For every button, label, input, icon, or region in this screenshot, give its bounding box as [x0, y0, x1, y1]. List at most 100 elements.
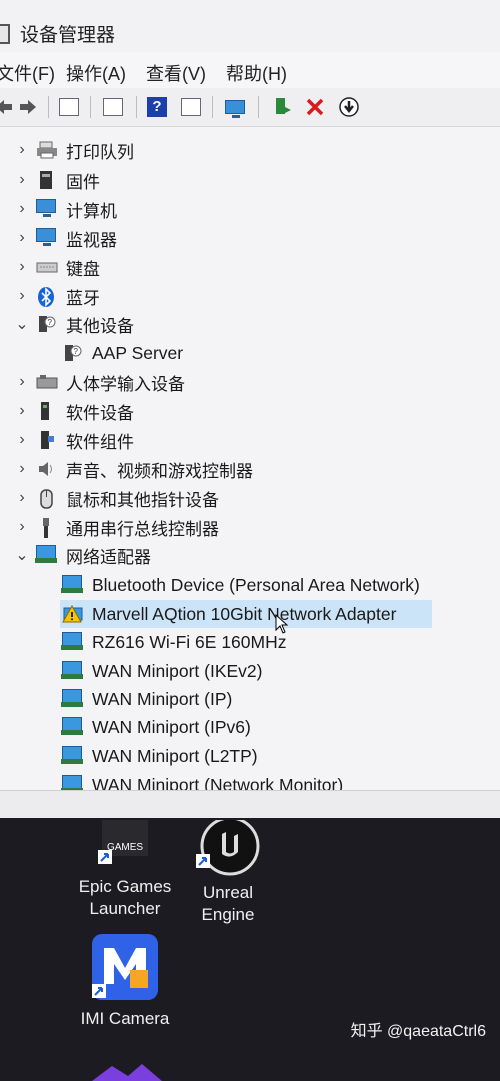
- toolbar-separator: [48, 96, 49, 118]
- epic-games-launcher-icon[interactable]: GAMES: [98, 820, 152, 872]
- update-icon[interactable]: [100, 94, 126, 120]
- speaker-icon: [36, 459, 58, 479]
- chevron-right-icon[interactable]: ›: [12, 488, 32, 508]
- adapter-item[interactable]: WAN Miniport (IKEv2): [0, 657, 500, 685]
- unreal-engine-label: Unreal Engine: [180, 882, 276, 926]
- epic-games-label-line1: Epic Games: [78, 877, 172, 896]
- category-label: 蓝牙: [66, 288, 100, 308]
- view-icon[interactable]: [178, 94, 204, 120]
- hid-icon: [36, 372, 58, 392]
- chevron-right-icon[interactable]: ›: [12, 401, 32, 421]
- monitor-icon: [36, 228, 58, 248]
- category-label: 固件: [66, 172, 100, 192]
- network-adapter-icon: [35, 545, 58, 565]
- toolbar: ?: [0, 88, 500, 127]
- imi-camera-icon[interactable]: [90, 934, 160, 1004]
- firmware-chip-icon: [36, 170, 58, 190]
- menu-view[interactable]: 查看(V): [146, 60, 206, 86]
- computer-icon: [36, 199, 58, 219]
- purple-icon-partial: [92, 1064, 162, 1081]
- chevron-down-icon[interactable]: ⌄: [12, 314, 32, 334]
- chevron-right-icon[interactable]: ›: [12, 199, 32, 219]
- adapter-item-selected[interactable]: Marvell AQtion 10Gbit Network Adapter: [0, 600, 500, 634]
- unreal-label-line2: Engine: [201, 905, 255, 924]
- unreal-engine-icon[interactable]: [194, 816, 264, 880]
- epic-games-label: Epic Games Launcher: [72, 876, 178, 920]
- category-label: 通用串行总线控制器: [66, 519, 219, 539]
- monitor-scan-icon[interactable]: [222, 94, 248, 120]
- zhihu-watermark: 知乎 @qaeataCtrl6: [350, 1023, 486, 1040]
- category-label: 软件组件: [66, 432, 134, 452]
- imi-camera-label: IMI Camera: [80, 1009, 170, 1028]
- chevron-right-icon[interactable]: ›: [12, 257, 32, 277]
- menu-action[interactable]: 操作(A): [66, 60, 126, 86]
- adapter-item[interactable]: WAN Miniport (L2TP): [0, 742, 500, 770]
- unreal-label-line1: Unreal: [202, 883, 254, 902]
- help-icon[interactable]: ?: [144, 94, 170, 120]
- warning-adapter-icon: [62, 604, 84, 624]
- chevron-right-icon[interactable]: ›: [12, 517, 32, 537]
- bluetooth-icon: [36, 286, 58, 307]
- chevron-right-icon[interactable]: ›: [12, 140, 32, 160]
- software-component-icon: [36, 430, 58, 450]
- toolbar-separator: [212, 96, 213, 118]
- window-title: 设备管理器: [20, 25, 116, 46]
- toolbar-separator: [258, 96, 259, 118]
- category-label: 网络适配器: [66, 547, 151, 567]
- network-adapter-icon: [61, 575, 84, 595]
- adapter-label: WAN Miniport (IKEv2): [92, 660, 263, 681]
- network-adapter-icon: [61, 632, 84, 652]
- unknown-device-icon: ?: [36, 314, 58, 334]
- device-label: AAP Server: [92, 342, 184, 363]
- category-label: 声音、视频和游戏控制器: [66, 461, 253, 481]
- uninstall-x-icon[interactable]: [302, 94, 328, 120]
- download-driver-icon[interactable]: [336, 94, 362, 120]
- adapter-item[interactable]: WAN Miniport (IPv6): [0, 713, 500, 741]
- chevron-down-icon[interactable]: ⌄: [12, 545, 32, 565]
- category-label: 打印队列: [66, 142, 134, 162]
- forward-arrow-icon[interactable]: [16, 94, 42, 120]
- chevron-right-icon[interactable]: ›: [12, 372, 32, 392]
- keyboard-icon: [36, 257, 58, 277]
- category-label: 软件设备: [66, 403, 134, 423]
- adapter-item[interactable]: Bluetooth Device (Personal Area Network): [0, 571, 500, 599]
- epic-games-label-line2: Launcher: [89, 899, 161, 918]
- chevron-right-icon[interactable]: ›: [12, 286, 32, 306]
- svg-text:?: ?: [74, 347, 79, 356]
- adapter-label: WAN Miniport (IPv6): [92, 716, 251, 737]
- adapter-label: WAN Miniport (IP): [92, 688, 233, 709]
- chevron-right-icon[interactable]: ›: [12, 228, 32, 248]
- menu-bar: 文件(F) 操作(A) 查看(V) 帮助(H): [0, 52, 500, 88]
- title-bar: 设备管理器: [0, 0, 500, 52]
- category-label: 人体学输入设备: [66, 374, 185, 394]
- mouse-icon: [36, 488, 58, 509]
- toolbar-separator: [90, 96, 91, 118]
- network-adapter-icon: [61, 717, 84, 737]
- network-adapter-icon: [61, 746, 84, 766]
- device-manager-window: 设备管理器 文件(F) 操作(A) 查看(V) 帮助(H) ? › 打印队列 ›…: [0, 0, 500, 818]
- chevron-right-icon[interactable]: ›: [12, 430, 32, 450]
- category-label: 其他设备: [66, 316, 134, 336]
- device-manager-icon: [0, 24, 10, 44]
- device-tree: › 打印队列 › 固件 › 计算机 › 监视器 › 键盘 › 蓝牙 ⌄ ? 其他…: [0, 128, 500, 795]
- status-strip: [0, 790, 500, 818]
- menu-help[interactable]: 帮助(H): [226, 60, 287, 86]
- back-arrow-icon[interactable]: [0, 94, 16, 120]
- adapter-label: Marvell AQtion 10Gbit Network Adapter: [92, 603, 397, 624]
- usb-icon: [36, 517, 58, 538]
- adapter-item[interactable]: RZ616 Wi-Fi 6E 160MHz: [0, 628, 500, 656]
- enable-device-icon[interactable]: [270, 94, 296, 120]
- chevron-right-icon[interactable]: ›: [12, 459, 32, 479]
- svg-text:?: ?: [48, 318, 53, 327]
- properties-icon[interactable]: [56, 94, 82, 120]
- unknown-device-icon: ?: [62, 343, 84, 363]
- chevron-right-icon[interactable]: ›: [12, 170, 32, 190]
- toolbar-separator: [136, 96, 137, 118]
- category-label: 键盘: [66, 259, 100, 279]
- category-label: 监视器: [66, 230, 117, 250]
- adapter-label: RZ616 Wi-Fi 6E 160MHz: [92, 631, 287, 652]
- adapter-item[interactable]: WAN Miniport (IP): [0, 685, 500, 713]
- menu-file[interactable]: 文件(F): [0, 60, 55, 86]
- adapter-label: Bluetooth Device (Personal Area Network): [92, 574, 420, 595]
- category-label: 计算机: [66, 201, 117, 221]
